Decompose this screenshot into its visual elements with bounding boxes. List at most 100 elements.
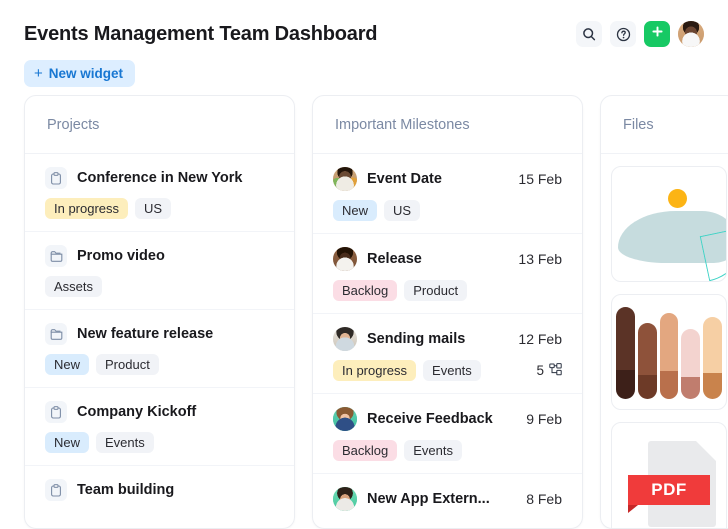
status-badge[interactable]: New <box>45 432 89 453</box>
header-top-bar: Events Management Team Dashboard <box>24 18 704 50</box>
row-tags: In progress Events 5 <box>333 360 562 381</box>
table-row[interactable]: Team building <box>25 466 294 513</box>
row-title: Conference in New York <box>77 170 274 186</box>
status-badge[interactable]: Backlog <box>333 440 397 461</box>
label-badge[interactable]: Events <box>404 440 462 461</box>
search-button[interactable] <box>576 21 602 47</box>
row-tags: Backlog Events <box>333 440 562 461</box>
row-date: 13 Feb <box>518 251 562 267</box>
label-badge[interactable]: US <box>135 198 171 219</box>
row-main: Company Kickoff <box>45 401 274 423</box>
add-button[interactable] <box>644 21 670 47</box>
row-main: Promo video <box>45 245 274 267</box>
folder-icon <box>45 323 67 345</box>
help-button[interactable] <box>610 21 636 47</box>
row-title: Promo video <box>77 248 274 264</box>
avatar <box>333 247 357 271</box>
row-main: New App Extern... 8 Feb <box>333 487 562 511</box>
row-title: Team building <box>77 482 274 498</box>
new-widget-row: + New widget <box>24 60 704 87</box>
column-title: Projects <box>47 117 99 133</box>
avatar <box>333 487 357 511</box>
swatch <box>681 329 700 399</box>
column-title: Files <box>623 117 654 133</box>
label-badge[interactable]: Events <box>423 360 481 381</box>
pdf-file-icon: PDF <box>612 423 726 529</box>
question-mark-icon <box>616 27 631 42</box>
avatar <box>333 167 357 191</box>
column-title: Important Milestones <box>335 117 470 133</box>
table-row[interactable]: Conference in New York In progress US <box>25 154 294 232</box>
table-row[interactable]: Release 13 Feb Backlog Product <box>313 234 582 314</box>
avatar-image <box>678 21 704 47</box>
swatch <box>638 323 657 399</box>
clipboard-icon <box>45 401 67 423</box>
column-header-files: Files <box>601 96 728 154</box>
status-badge[interactable]: In progress <box>333 360 416 381</box>
column-header-projects: Projects <box>25 96 294 154</box>
row-main: Conference in New York <box>45 167 274 189</box>
row-main: Event Date 15 Feb <box>333 167 562 191</box>
column-important-milestones: Important Milestones Event Date 15 Feb N… <box>312 95 583 529</box>
status-badge[interactable]: New <box>333 200 377 221</box>
files-list: PDF <box>601 154 728 529</box>
row-tags: New Events <box>45 432 274 453</box>
status-badge[interactable]: In progress <box>45 198 128 219</box>
row-tags: In progress US <box>45 198 274 219</box>
row-date: 12 Feb <box>518 331 562 347</box>
subtask-count-value: 5 <box>536 363 544 378</box>
page-fold-corner <box>696 441 716 461</box>
label-badge[interactable]: Product <box>96 354 159 375</box>
avatar <box>333 407 357 431</box>
header-actions <box>576 21 704 47</box>
table-row[interactable]: New feature release New Product <box>25 310 294 388</box>
search-icon <box>582 27 596 41</box>
new-widget-button[interactable]: + New widget <box>24 60 135 87</box>
swatch <box>616 307 635 399</box>
row-main: New feature release <box>45 323 274 345</box>
row-date: 8 Feb <box>526 491 562 507</box>
file-thumbnail-palette[interactable] <box>611 294 727 410</box>
file-thumbnail-pdf[interactable]: PDF <box>611 422 727 529</box>
abstract-illustration-icon <box>612 167 726 281</box>
page-header: Events Management Team Dashboard <box>0 0 728 87</box>
table-row[interactable]: Promo video Assets <box>25 232 294 310</box>
color-palette-icon <box>612 295 726 409</box>
column-projects: Projects Conference in New York In progr… <box>24 95 295 529</box>
row-tags: New US <box>333 200 562 221</box>
plus-icon: + <box>34 66 43 81</box>
file-thumbnail-abstract[interactable] <box>611 166 727 282</box>
status-badge[interactable]: New <box>45 354 89 375</box>
clipboard-icon <box>45 167 67 189</box>
column-header-milestones: Important Milestones <box>313 96 582 154</box>
row-main: Release 13 Feb <box>333 247 562 271</box>
row-title: New App Extern... <box>367 491 510 507</box>
table-row[interactable]: Event Date 15 Feb New US <box>313 154 582 234</box>
subtask-hierarchy-icon <box>549 363 562 379</box>
folder-icon <box>45 245 67 267</box>
row-title: Sending mails <box>367 331 502 347</box>
row-tags: Assets <box>45 276 274 297</box>
avatar <box>333 327 357 351</box>
row-main: Sending mails 12 Feb <box>333 327 562 351</box>
row-date: 15 Feb <box>518 171 562 187</box>
new-widget-label: New widget <box>49 66 123 81</box>
table-row[interactable]: Company Kickoff New Events <box>25 388 294 466</box>
label-badge[interactable]: Events <box>96 432 154 453</box>
table-row[interactable]: Sending mails 12 Feb In progress Events … <box>313 314 582 394</box>
table-row[interactable]: New App Extern... 8 Feb <box>313 474 582 523</box>
label-badge[interactable]: Assets <box>45 276 102 297</box>
user-avatar[interactable] <box>678 21 704 47</box>
swatch <box>703 317 722 399</box>
row-tags: New Product <box>45 354 274 375</box>
row-title: Company Kickoff <box>77 404 274 420</box>
table-row[interactable]: Receive Feedback 9 Feb Backlog Events <box>313 394 582 474</box>
row-date: 9 Feb <box>526 411 562 427</box>
status-badge[interactable]: Backlog <box>333 280 397 301</box>
row-tags: Backlog Product <box>333 280 562 301</box>
swatch <box>660 313 679 399</box>
row-main: Team building <box>45 479 274 501</box>
dashboard-board: Projects Conference in New York In progr… <box>0 95 728 529</box>
label-badge[interactable]: US <box>384 200 420 221</box>
label-badge[interactable]: Product <box>404 280 467 301</box>
